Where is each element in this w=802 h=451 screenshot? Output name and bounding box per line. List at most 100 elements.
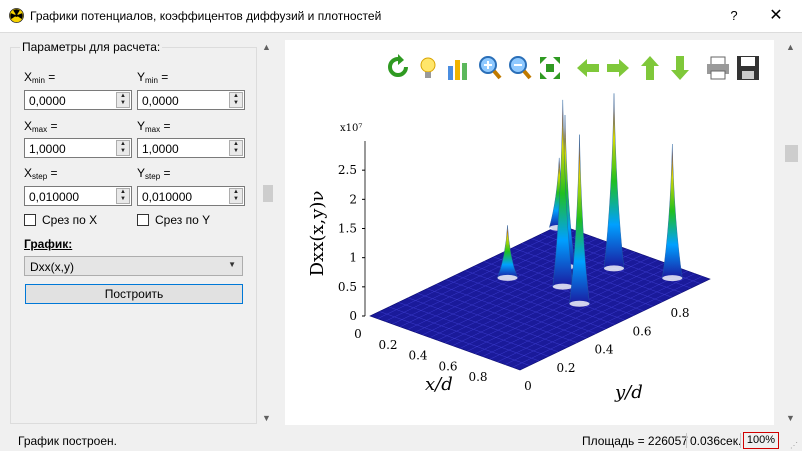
scroll-down-icon[interactable]: ▼ bbox=[786, 413, 795, 423]
spin-up-icon[interactable]: ▲ bbox=[230, 189, 242, 196]
z-tick-label: 1.5 bbox=[338, 222, 357, 236]
spin-up-icon[interactable]: ▲ bbox=[117, 141, 129, 148]
spin-up-icon[interactable]: ▲ bbox=[230, 93, 242, 100]
zoom-out-icon[interactable] bbox=[507, 54, 533, 82]
xstep-eq: = bbox=[50, 166, 58, 180]
xstep-sub: step bbox=[32, 172, 48, 181]
left-scrollbar[interactable]: ▲ ▼ bbox=[259, 40, 276, 425]
y-tick-label: 0 bbox=[524, 379, 532, 393]
print-icon[interactable] bbox=[705, 54, 731, 82]
status-zoom: 100% bbox=[743, 432, 779, 449]
y-tick-label: 0.4 bbox=[594, 343, 613, 357]
spin-up-icon[interactable]: ▲ bbox=[230, 141, 242, 148]
scroll-up-icon[interactable]: ▲ bbox=[262, 42, 271, 52]
xstep-letter: X bbox=[24, 166, 33, 180]
ymax-spinbox[interactable]: 1,0000 ▲ ▼ bbox=[137, 138, 245, 158]
xmin-sub: min bbox=[32, 76, 45, 85]
xmin-letter: X bbox=[24, 70, 33, 84]
ymin-spinbox[interactable]: 0,0000 ▲ ▼ bbox=[137, 90, 245, 110]
spin-down-icon[interactable]: ▼ bbox=[117, 148, 129, 155]
z-axis-label: Dxx(x,y)ν bbox=[307, 191, 328, 277]
arrow-left-icon[interactable] bbox=[575, 54, 601, 82]
save-icon[interactable] bbox=[735, 54, 761, 82]
title-bar: Графики потенциалов, коэффицентов диффуз… bbox=[0, 0, 802, 33]
ymax-eq: = bbox=[163, 119, 171, 133]
spin-down-icon[interactable]: ▼ bbox=[117, 196, 129, 203]
build-button[interactable]: Построить bbox=[25, 284, 243, 304]
xmax-spinbox[interactable]: 1,0000 ▲ ▼ bbox=[24, 138, 132, 158]
status-bar: График построен. Площадь = 226057 0.036с… bbox=[0, 431, 802, 451]
spin-down-icon[interactable]: ▼ bbox=[230, 148, 242, 155]
ymin-stepper[interactable]: ▲ ▼ bbox=[229, 92, 243, 108]
ystep-stepper[interactable]: ▲ ▼ bbox=[229, 188, 243, 204]
xstep-spinbox[interactable]: 0,010000 ▲ ▼ bbox=[24, 186, 132, 206]
right-scroll-thumb[interactable] bbox=[785, 145, 798, 162]
right-scrollbar[interactable]: ▲ ▼ bbox=[783, 40, 800, 425]
slice-y-checkbox[interactable] bbox=[137, 214, 149, 226]
arrow-right-icon[interactable] bbox=[605, 54, 631, 82]
ystep-eq: = bbox=[163, 166, 171, 180]
fit-icon[interactable] bbox=[537, 54, 563, 82]
xstep-stepper[interactable]: ▲ ▼ bbox=[116, 188, 130, 204]
surface-peak bbox=[552, 99, 574, 287]
spin-up-icon[interactable]: ▲ bbox=[117, 189, 129, 196]
xmin-spinbox[interactable]: 0,0000 ▲ ▼ bbox=[24, 90, 132, 110]
status-message: График построен. bbox=[18, 434, 117, 448]
ystep-spinbox[interactable]: 0,010000 ▲ ▼ bbox=[137, 186, 245, 206]
lightbulb-icon[interactable] bbox=[415, 54, 441, 82]
slice-x-checkbox[interactable] bbox=[24, 214, 36, 226]
spin-down-icon[interactable]: ▼ bbox=[117, 100, 129, 107]
graph-selected-value: Dxx(x,y) bbox=[30, 260, 74, 274]
xmin-value: 0,0000 bbox=[29, 94, 66, 108]
ymin-sub: min bbox=[145, 76, 158, 85]
xmin-stepper[interactable]: ▲ ▼ bbox=[116, 92, 130, 108]
ystep-label: Ystep = bbox=[137, 166, 171, 181]
surface-peak bbox=[569, 134, 590, 304]
spin-down-icon[interactable]: ▼ bbox=[230, 100, 242, 107]
ystep-sub: step bbox=[145, 172, 161, 181]
spin-down-icon[interactable]: ▼ bbox=[230, 196, 242, 203]
z-tick-label: 1 bbox=[349, 251, 357, 265]
y-axis-label: y/d bbox=[614, 382, 643, 403]
y-tick-label: 0.8 bbox=[670, 306, 689, 320]
spin-up-icon[interactable]: ▲ bbox=[117, 93, 129, 100]
y-tick-label: 0.2 bbox=[556, 361, 575, 375]
close-button[interactable]: ✕ bbox=[766, 6, 786, 26]
status-area: Площадь = 226057 bbox=[582, 434, 688, 448]
ystep-value: 0,010000 bbox=[142, 190, 193, 204]
left-scroll-thumb[interactable] bbox=[263, 185, 273, 202]
ymin-letter: Y bbox=[137, 70, 146, 84]
ystep-letter: Y bbox=[137, 166, 146, 180]
peak-base bbox=[604, 265, 624, 272]
slice-y-label: Срез по Y bbox=[155, 213, 211, 227]
surface-peak bbox=[662, 144, 683, 279]
surface-peak bbox=[603, 93, 625, 269]
zoom-in-icon[interactable] bbox=[477, 54, 503, 82]
xmin-label: Xmin = bbox=[24, 70, 55, 85]
arrow-down-icon[interactable] bbox=[667, 54, 693, 82]
graph-select[interactable]: Dxx(x,y) ▼ bbox=[24, 256, 243, 276]
help-button[interactable]: ? bbox=[724, 6, 744, 26]
ymax-letter: Y bbox=[137, 119, 146, 133]
ymax-value: 1,0000 bbox=[142, 142, 179, 156]
bar-chart-icon[interactable] bbox=[445, 54, 471, 82]
scroll-up-icon[interactable]: ▲ bbox=[786, 42, 795, 52]
ymax-label: Ymax = bbox=[137, 119, 171, 134]
refresh-icon[interactable] bbox=[385, 54, 411, 82]
params-group-title: Параметры для расчета: bbox=[20, 40, 163, 54]
peak-base bbox=[662, 275, 683, 282]
xstep-label: Xstep = bbox=[24, 166, 58, 181]
xmin-eq: = bbox=[48, 70, 56, 84]
ymin-eq: = bbox=[161, 70, 169, 84]
xmax-stepper[interactable]: ▲ ▼ bbox=[116, 140, 130, 156]
resize-grip-icon[interactable]: ⋰ bbox=[790, 441, 798, 450]
x-tick-label: 0 bbox=[354, 327, 362, 341]
surface-chart: 0 0.5 1 1.5 2 2.5 x10⁷ Dxx(x,y)ν 0 0.2 0.4 0.6 0.8 x/… bbox=[307, 93, 711, 403]
ymax-sub: max bbox=[145, 125, 161, 134]
z-tick-label: 2 bbox=[349, 192, 357, 206]
ymax-stepper[interactable]: ▲ ▼ bbox=[229, 140, 243, 156]
xmax-label: Xmax = bbox=[24, 119, 58, 134]
x-tick-label: 0.8 bbox=[468, 370, 487, 384]
scroll-down-icon[interactable]: ▼ bbox=[262, 413, 271, 423]
arrow-up-icon[interactable] bbox=[637, 54, 663, 82]
